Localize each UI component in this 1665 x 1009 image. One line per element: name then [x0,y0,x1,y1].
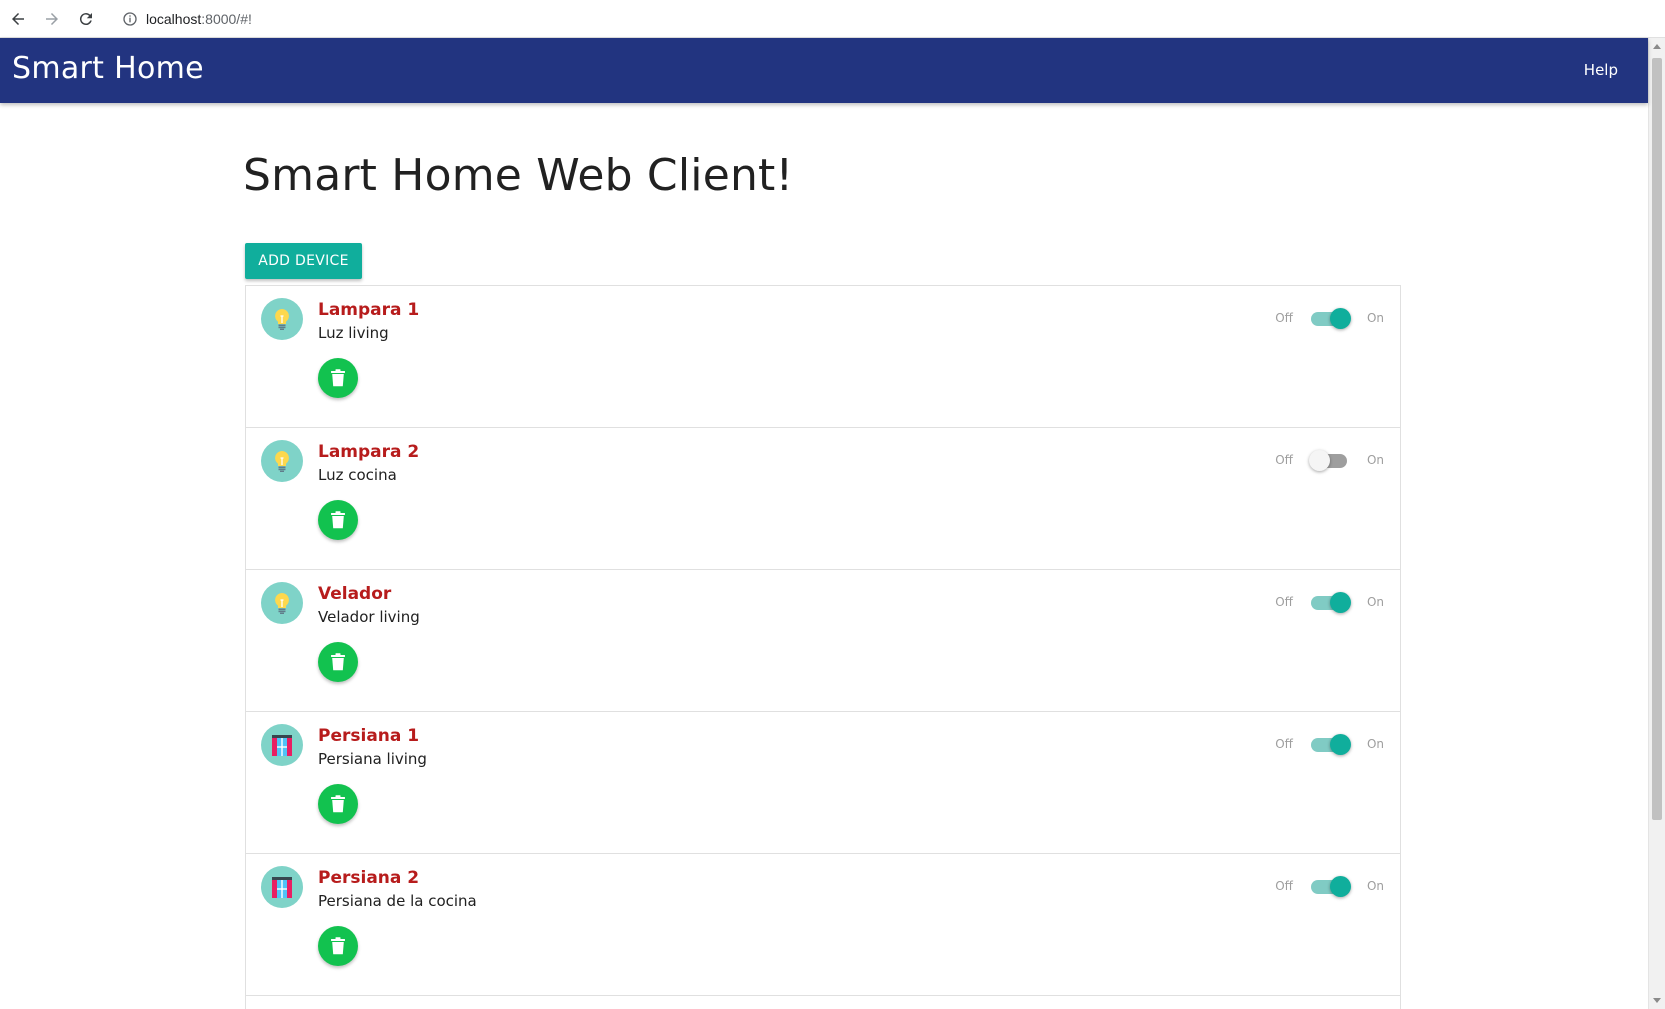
device-description: Luz living [318,324,389,342]
trash-icon [330,937,346,955]
device-description: Luz cocina [318,466,397,484]
device-description: Velador living [318,608,420,626]
trash-icon [330,511,346,529]
device-list-item: Lampara 2 Luz cocina Off On [246,428,1400,570]
address-bar[interactable]: localhost:8000/#! [122,11,252,27]
delete-device-button[interactable] [318,358,358,398]
scroll-down-icon[interactable] [1653,998,1661,1003]
device-name: Persiana 2 [318,868,420,888]
toggle-thumb [1329,734,1351,755]
device-toggle: Off On [1275,448,1384,472]
toggle-on-label: On [1366,879,1384,893]
toggle-switch[interactable] [1310,307,1351,329]
delete-device-button[interactable] [318,642,358,682]
device-toggle: Off On [1275,306,1384,330]
device-description: Persiana de la cocina [318,892,477,910]
toggle-thumb [1329,592,1351,613]
device-list: Lampara 1 Luz living Off On Lampara 2 Luz c… [245,285,1401,1009]
scroll-up-icon[interactable] [1653,44,1661,49]
reload-icon [79,12,92,25]
device-name: Velador [318,584,392,604]
lightbulb-icon [261,582,303,624]
url-host: localhost [146,10,202,27]
add-device-button[interactable]: ADD DEVICE [245,243,362,279]
device-toggle: Off On [1275,732,1384,756]
page-scrollbar[interactable] [1648,38,1665,1009]
device-description: Persiana living [318,750,427,768]
reload-button[interactable] [70,3,102,35]
toggle-on-label: On [1366,311,1384,325]
toggle-on-label: On [1366,453,1384,467]
device-list-item: Persiana 1 Persiana living Off On [246,712,1400,854]
app-navbar: Smart Home Help [0,38,1648,103]
delete-device-button[interactable] [318,926,358,966]
device-name: Persiana 1 [318,726,420,746]
brand-logo-text[interactable]: Smart Home [12,51,204,86]
trash-icon [330,653,346,671]
toggle-off-label: Off [1275,311,1293,325]
scrollbar-thumb[interactable] [1652,58,1662,820]
toggle-switch[interactable] [1310,733,1351,755]
toggle-switch[interactable] [1308,449,1349,471]
trash-icon [330,369,346,387]
info-icon[interactable] [122,11,138,27]
arrow-right-icon [46,12,58,25]
toggle-off-label: Off [1275,879,1293,893]
device-name: Lampara 1 [318,300,420,320]
lightbulb-icon [261,298,303,340]
browser-toolbar: localhost:8000/#! [0,0,1665,38]
device-list-item: Lampara 1 Luz living Off On [246,286,1400,428]
arrow-left-icon [12,12,24,25]
trash-icon [330,795,346,813]
delete-device-button[interactable] [318,784,358,824]
device-list-item: Persiana 2 Persiana de la cocina Off On [246,854,1400,996]
lightbulb-icon [261,440,303,482]
back-button[interactable] [2,3,34,35]
window-blind-icon [261,724,303,766]
toggle-off-label: Off [1275,453,1293,467]
help-link[interactable]: Help [1584,61,1618,79]
toggle-on-label: On [1366,737,1384,751]
window-blind-icon [261,866,303,908]
page-title: Smart Home Web Client! [243,150,794,201]
toggle-thumb [1329,308,1351,329]
toggle-off-label: Off [1275,595,1293,609]
toggle-switch[interactable] [1310,875,1351,897]
url-path: :8000/#! [201,10,252,27]
device-list-item: Velador Velador living Off On [246,570,1400,712]
toggle-on-label: On [1366,595,1384,609]
toggle-off-label: Off [1275,737,1293,751]
forward-button[interactable] [36,3,68,35]
delete-device-button[interactable] [318,500,358,540]
device-toggle: Off On [1275,874,1384,898]
toggle-thumb [1329,876,1351,897]
device-name: Lampara 2 [318,442,420,462]
device-toggle: Off On [1275,590,1384,614]
toggle-switch[interactable] [1310,591,1351,613]
toggle-thumb [1308,450,1330,471]
